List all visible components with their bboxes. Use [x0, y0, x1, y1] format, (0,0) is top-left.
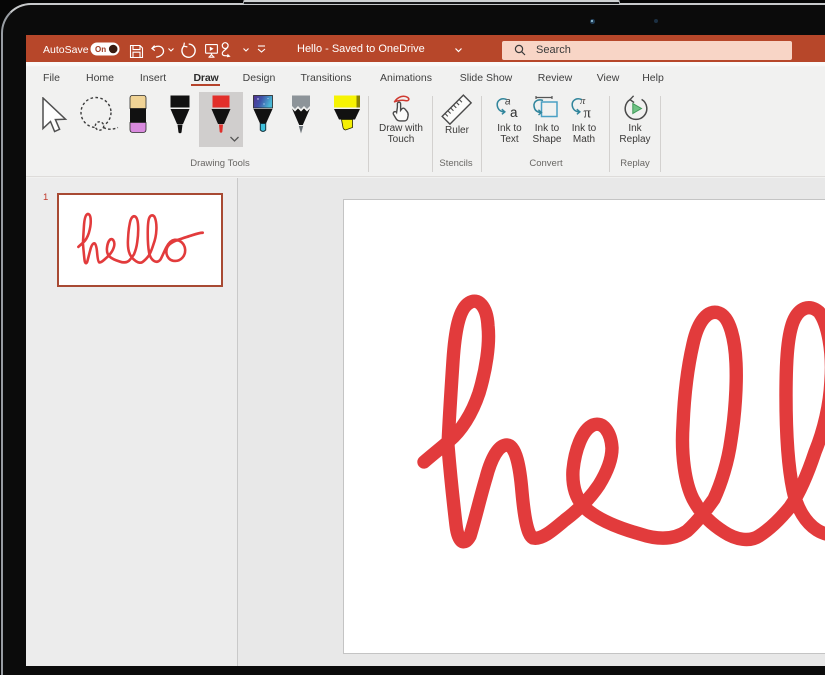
svg-text:On: On [95, 45, 106, 54]
svg-text:a: a [510, 105, 518, 120]
svg-text:π: π [584, 106, 592, 122]
